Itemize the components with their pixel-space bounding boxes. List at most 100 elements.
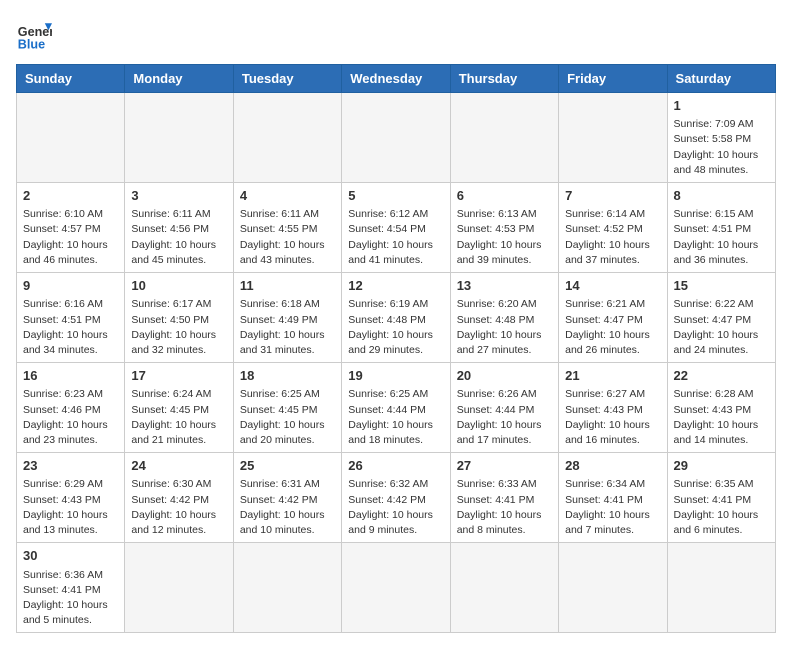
day-info: Sunrise: 6:36 AM Sunset: 4:41 PM Dayligh… xyxy=(23,568,118,629)
day-number: 1 xyxy=(674,97,769,115)
day-number: 21 xyxy=(565,367,660,385)
day-number: 4 xyxy=(240,187,335,205)
calendar-row: 16 Sunrise: 6:23 AM Sunset: 4:46 PM Dayli… xyxy=(17,363,776,453)
day-info: Sunrise: 6:22 AM Sunset: 4:47 PM Dayligh… xyxy=(674,297,769,358)
day-info: Sunrise: 6:33 AM Sunset: 4:41 PM Dayligh… xyxy=(457,477,552,538)
weekday-header-friday: Friday xyxy=(559,65,667,93)
calendar-day: 22 Sunrise: 6:28 AM Sunset: 4:43 PM Dayli… xyxy=(667,363,775,453)
weekday-header-tuesday: Tuesday xyxy=(233,65,341,93)
calendar-day: 27Sunrise: 6:33 AM Sunset: 4:41 PM Dayli… xyxy=(450,453,558,543)
day-number: 3 xyxy=(131,187,226,205)
calendar-day: 7 Sunrise: 6:14 AM Sunset: 4:52 PM Daylig… xyxy=(559,183,667,273)
day-number: 10 xyxy=(131,277,226,295)
calendar-row: 23 Sunrise: 6:29 AM Sunset: 4:43 PM Dayli… xyxy=(17,453,776,543)
weekday-header-sunday: Sunday xyxy=(17,65,125,93)
calendar-day xyxy=(559,543,667,633)
day-info: Sunrise: 6:17 AM Sunset: 4:50 PM Dayligh… xyxy=(131,297,226,358)
calendar-day: 8 Sunrise: 6:15 AM Sunset: 4:51 PM Daylig… xyxy=(667,183,775,273)
day-number: 5 xyxy=(348,187,443,205)
calendar-day: 6 Sunrise: 6:13 AM Sunset: 4:53 PM Daylig… xyxy=(450,183,558,273)
weekday-header-monday: Monday xyxy=(125,65,233,93)
calendar-day xyxy=(17,93,125,183)
day-info: Sunrise: 6:13 AM Sunset: 4:53 PM Dayligh… xyxy=(457,207,552,268)
calendar-day: 19 Sunrise: 6:25 AM Sunset: 4:44 PM Dayli… xyxy=(342,363,450,453)
day-info: Sunrise: 6:23 AM Sunset: 4:46 PM Dayligh… xyxy=(23,387,118,448)
day-info: Sunrise: 6:14 AM Sunset: 4:52 PM Dayligh… xyxy=(565,207,660,268)
day-info: Sunrise: 6:25 AM Sunset: 4:44 PM Dayligh… xyxy=(348,387,443,448)
calendar-day: 2 Sunrise: 6:10 AM Sunset: 4:57 PM Daylig… xyxy=(17,183,125,273)
day-number: 2 xyxy=(23,187,118,205)
day-number: 6 xyxy=(457,187,552,205)
day-number: 30 xyxy=(23,547,118,565)
day-info: Sunrise: 6:31 AM Sunset: 4:42 PM Dayligh… xyxy=(240,477,335,538)
calendar-day: 12 Sunrise: 6:19 AM Sunset: 4:48 PM Dayli… xyxy=(342,273,450,363)
svg-text:Blue: Blue xyxy=(18,37,45,51)
calendar-day xyxy=(125,93,233,183)
calendar-day xyxy=(125,543,233,633)
day-info: Sunrise: 6:27 AM Sunset: 4:43 PM Dayligh… xyxy=(565,387,660,448)
day-info: Sunrise: 6:16 AM Sunset: 4:51 PM Dayligh… xyxy=(23,297,118,358)
calendar-row: 1 Sunrise: 7:09 AM Sunset: 5:58 PM Daylig… xyxy=(17,93,776,183)
weekday-header-wednesday: Wednesday xyxy=(342,65,450,93)
day-number: 17 xyxy=(131,367,226,385)
day-info: Sunrise: 6:25 AM Sunset: 4:45 PM Dayligh… xyxy=(240,387,335,448)
day-info: Sunrise: 6:32 AM Sunset: 4:42 PM Dayligh… xyxy=(348,477,443,538)
day-info: Sunrise: 6:11 AM Sunset: 4:56 PM Dayligh… xyxy=(131,207,226,268)
day-number: 8 xyxy=(674,187,769,205)
day-number: 22 xyxy=(674,367,769,385)
calendar-day: 26 Sunrise: 6:32 AM Sunset: 4:42 PM Dayli… xyxy=(342,453,450,543)
calendar-day xyxy=(450,93,558,183)
calendar-day: 28Sunrise: 6:34 AM Sunset: 4:41 PM Dayli… xyxy=(559,453,667,543)
day-info: Sunrise: 6:12 AM Sunset: 4:54 PM Dayligh… xyxy=(348,207,443,268)
calendar-day xyxy=(342,543,450,633)
calendar-day: 15 Sunrise: 6:22 AM Sunset: 4:47 PM Dayli… xyxy=(667,273,775,363)
calendar-day xyxy=(342,93,450,183)
logo: General Blue xyxy=(16,16,52,52)
day-info: Sunrise: 7:09 AM Sunset: 5:58 PM Dayligh… xyxy=(674,117,769,178)
day-number: 19 xyxy=(348,367,443,385)
calendar-row: 30 Sunrise: 6:36 AM Sunset: 4:41 PM Dayli… xyxy=(17,543,776,633)
calendar-day: 16 Sunrise: 6:23 AM Sunset: 4:46 PM Dayli… xyxy=(17,363,125,453)
day-info: Sunrise: 6:18 AM Sunset: 4:49 PM Dayligh… xyxy=(240,297,335,358)
day-number: 12 xyxy=(348,277,443,295)
calendar-row: 2 Sunrise: 6:10 AM Sunset: 4:57 PM Daylig… xyxy=(17,183,776,273)
calendar-day xyxy=(667,543,775,633)
day-number: 24 xyxy=(131,457,226,475)
calendar-day: 23 Sunrise: 6:29 AM Sunset: 4:43 PM Dayli… xyxy=(17,453,125,543)
calendar-day xyxy=(450,543,558,633)
day-info: Sunrise: 6:24 AM Sunset: 4:45 PM Dayligh… xyxy=(131,387,226,448)
calendar-row: 9 Sunrise: 6:16 AM Sunset: 4:51 PM Daylig… xyxy=(17,273,776,363)
day-info: Sunrise: 6:11 AM Sunset: 4:55 PM Dayligh… xyxy=(240,207,335,268)
calendar-day: 29Sunrise: 6:35 AM Sunset: 4:41 PM Dayli… xyxy=(667,453,775,543)
day-number: 7 xyxy=(565,187,660,205)
day-number: 23 xyxy=(23,457,118,475)
day-info: Sunrise: 6:19 AM Sunset: 4:48 PM Dayligh… xyxy=(348,297,443,358)
day-info: Sunrise: 6:26 AM Sunset: 4:44 PM Dayligh… xyxy=(457,387,552,448)
day-number: 29 xyxy=(674,457,769,475)
calendar-day: 10 Sunrise: 6:17 AM Sunset: 4:50 PM Dayli… xyxy=(125,273,233,363)
day-number: 25 xyxy=(240,457,335,475)
calendar-day: 18 Sunrise: 6:25 AM Sunset: 4:45 PM Dayli… xyxy=(233,363,341,453)
day-info: Sunrise: 6:34 AM Sunset: 4:41 PM Dayligh… xyxy=(565,477,660,538)
calendar-day: 30 Sunrise: 6:36 AM Sunset: 4:41 PM Dayli… xyxy=(17,543,125,633)
day-info: Sunrise: 6:10 AM Sunset: 4:57 PM Dayligh… xyxy=(23,207,118,268)
calendar-day: 17 Sunrise: 6:24 AM Sunset: 4:45 PM Dayli… xyxy=(125,363,233,453)
day-number: 26 xyxy=(348,457,443,475)
day-number: 20 xyxy=(457,367,552,385)
calendar-day: 5 Sunrise: 6:12 AM Sunset: 4:54 PM Daylig… xyxy=(342,183,450,273)
page-header: General Blue xyxy=(16,16,776,52)
calendar-day xyxy=(233,93,341,183)
day-number: 9 xyxy=(23,277,118,295)
calendar-table: SundayMondayTuesdayWednesdayThursdayFrid… xyxy=(16,64,776,633)
day-info: Sunrise: 6:15 AM Sunset: 4:51 PM Dayligh… xyxy=(674,207,769,268)
day-number: 18 xyxy=(240,367,335,385)
calendar-day: 14Sunrise: 6:21 AM Sunset: 4:47 PM Dayli… xyxy=(559,273,667,363)
day-info: Sunrise: 6:28 AM Sunset: 4:43 PM Dayligh… xyxy=(674,387,769,448)
weekday-header-thursday: Thursday xyxy=(450,65,558,93)
day-number: 15 xyxy=(674,277,769,295)
day-info: Sunrise: 6:29 AM Sunset: 4:43 PM Dayligh… xyxy=(23,477,118,538)
calendar-day: 24Sunrise: 6:30 AM Sunset: 4:42 PM Dayli… xyxy=(125,453,233,543)
day-info: Sunrise: 6:20 AM Sunset: 4:48 PM Dayligh… xyxy=(457,297,552,358)
day-number: 16 xyxy=(23,367,118,385)
day-number: 13 xyxy=(457,277,552,295)
